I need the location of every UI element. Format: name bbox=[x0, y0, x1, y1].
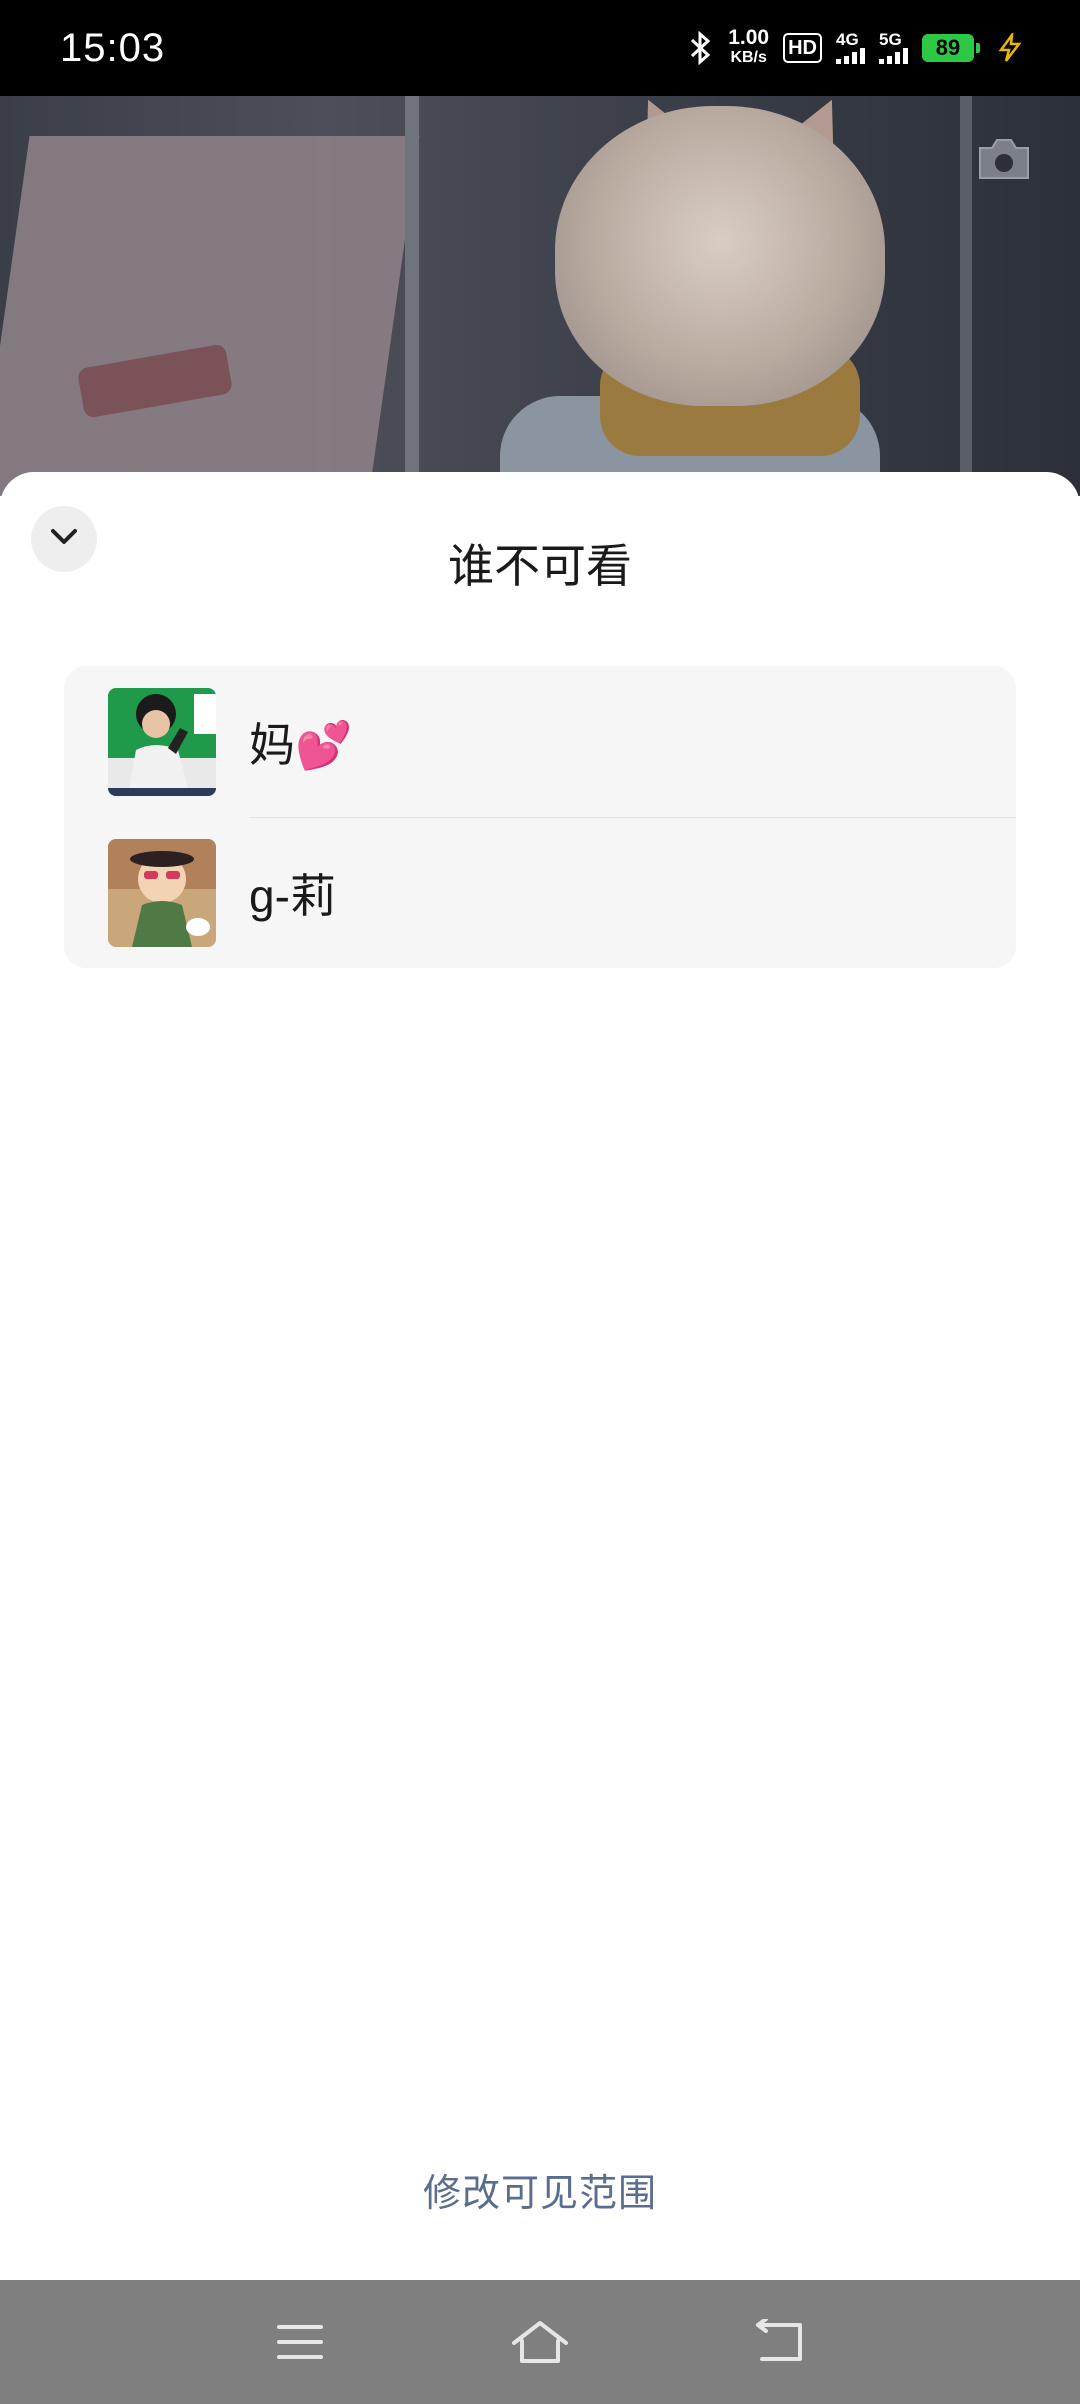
signal-bars-icon bbox=[879, 48, 908, 64]
home-icon[interactable] bbox=[500, 2302, 580, 2382]
signal-5g: 5G bbox=[879, 30, 908, 64]
cover-photo bbox=[0, 96, 1080, 496]
system-nav-bar bbox=[0, 2280, 1080, 2404]
status-icons: 1.00 KB/s HD 4G 5G 89 bbox=[688, 26, 1024, 68]
sheet-title: 谁不可看 bbox=[448, 540, 632, 592]
hd-badge: HD bbox=[783, 33, 822, 63]
status-bar: 15:03 1.00 KB/s HD 4G 5G 89 bbox=[0, 0, 1080, 96]
edit-visibility-button[interactable]: 修改可见范围 bbox=[0, 2162, 1080, 2217]
avatar bbox=[108, 838, 216, 947]
visibility-sheet: 谁不可看 妈💕 g-莉 修改可见范围 bbox=[0, 472, 1080, 2280]
signal-5g-label: 5G bbox=[879, 30, 902, 49]
network-speed-value: 1.00 bbox=[728, 26, 770, 49]
camera-icon[interactable] bbox=[976, 136, 1032, 182]
bluetooth-icon bbox=[688, 31, 714, 65]
menu-icon[interactable] bbox=[260, 2302, 340, 2382]
signal-4g: 4G bbox=[836, 30, 865, 64]
contact-row[interactable]: 妈💕 bbox=[64, 666, 1016, 817]
contact-name: 妈💕 bbox=[249, 718, 353, 771]
back-icon[interactable] bbox=[740, 2302, 820, 2382]
battery-indicator: 89 bbox=[922, 34, 980, 62]
signal-4g-label: 4G bbox=[836, 30, 859, 49]
hidden-contacts-list: 妈💕 g-莉 bbox=[64, 666, 1016, 968]
status-time: 15:03 bbox=[60, 25, 166, 70]
network-speed-unit: KB/s bbox=[730, 49, 767, 66]
avatar bbox=[108, 687, 216, 796]
signal-bars-icon bbox=[836, 48, 865, 64]
contact-name: g-莉 bbox=[249, 869, 336, 922]
contact-row[interactable]: g-莉 bbox=[64, 817, 1016, 968]
network-speed: 1.00 KB/s bbox=[728, 26, 770, 68]
charging-icon bbox=[996, 33, 1024, 63]
